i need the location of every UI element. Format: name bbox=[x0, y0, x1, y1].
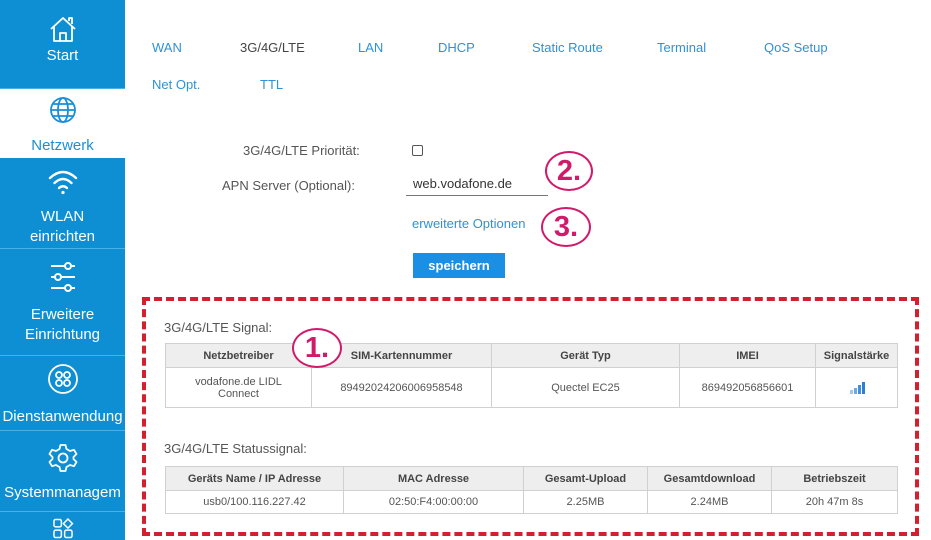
home-icon bbox=[49, 17, 76, 42]
signal-section-title: 3G/4G/LTE Signal: bbox=[164, 320, 273, 335]
tab-net-opt[interactable]: Net Opt. bbox=[152, 77, 200, 92]
tab-static-route[interactable]: Static Route bbox=[532, 40, 603, 55]
apn-label: APN Server (Optional): bbox=[222, 178, 355, 193]
globe-icon bbox=[49, 97, 76, 123]
sidebar-item-dienstanwendung[interactable]: Dienstanwendung bbox=[0, 356, 125, 430]
priority-checkbox[interactable] bbox=[412, 145, 423, 156]
wifi-icon bbox=[48, 170, 77, 195]
table-row: usb0/100.116.227.42 02:50:F4:00:00:00 2.… bbox=[165, 490, 898, 514]
column-header: Betriebszeit bbox=[771, 466, 898, 491]
tab-terminal[interactable]: Terminal bbox=[657, 40, 706, 55]
tab-qos-setup[interactable]: QoS Setup bbox=[764, 40, 828, 55]
priority-label: 3G/4G/LTE Priorität: bbox=[243, 143, 360, 158]
annotation-marker-2: 2. bbox=[545, 151, 593, 191]
sidebar-item-start[interactable]: Start bbox=[0, 0, 125, 88]
mac-cell: 02:50:F4:00:00:00 bbox=[343, 490, 524, 514]
device-cell: Quectel EC25 bbox=[491, 367, 680, 408]
sidebar-item-label-line1: WLAN bbox=[40, 208, 85, 225]
column-header: IMEI bbox=[679, 343, 816, 368]
grid-icon bbox=[52, 518, 73, 539]
sidebar-item-label-line2: Einrichtung bbox=[24, 326, 101, 343]
sidebar-item-label: Start bbox=[46, 47, 79, 64]
sidebar-item-netzwerk[interactable]: Netzwerk bbox=[0, 89, 125, 158]
gear-icon bbox=[48, 444, 77, 472]
apps-icon bbox=[47, 364, 78, 394]
advanced-options-link[interactable]: erweiterte Optionen bbox=[412, 216, 525, 231]
upload-cell: 2.25MB bbox=[523, 490, 648, 514]
operator-line1: vodafone.de LIDL bbox=[195, 375, 282, 388]
tab-lan[interactable]: LAN bbox=[358, 40, 383, 55]
save-button[interactable]: speichern bbox=[413, 253, 505, 278]
apn-server-input[interactable] bbox=[406, 172, 548, 196]
annotation-marker-1: 1. bbox=[292, 328, 342, 368]
signal-table: Netzbetreiber SIM-Kartennummer Gerät Typ… bbox=[165, 343, 898, 408]
name-ip-cell: usb0/100.116.227.42 bbox=[165, 490, 344, 514]
operator-line2: Connect bbox=[218, 387, 259, 400]
annotation-marker-3: 3. bbox=[541, 207, 591, 247]
tab-dhcp[interactable]: DHCP bbox=[438, 40, 475, 55]
column-header: Gerät Typ bbox=[491, 343, 680, 368]
sidebar-item-label-line1: Erweitere bbox=[30, 306, 95, 323]
sidebar-item-label: Dienstanwendung bbox=[2, 408, 123, 425]
column-header: Signalstärke bbox=[815, 343, 898, 368]
column-header: Gesamt-Upload bbox=[523, 466, 648, 491]
status-section-title: 3G/4G/LTE Statussignal: bbox=[164, 441, 307, 456]
status-table: Geräts Name / IP Adresse MAC Adresse Ges… bbox=[165, 466, 898, 514]
download-cell: 2.24MB bbox=[647, 490, 772, 514]
sidebar-item-more[interactable] bbox=[0, 512, 125, 540]
sidebar-item-label: Netzwerk bbox=[31, 137, 94, 154]
column-header: MAC Adresse bbox=[343, 466, 524, 491]
column-header: Geräts Name / IP Adresse bbox=[165, 466, 344, 491]
operator-cell: vodafone.de LIDL Connect bbox=[165, 367, 312, 408]
sidebar: Start Netzwerk WLAN einrichten Erweitere… bbox=[0, 0, 125, 540]
sim-cell: 89492024206006958548 bbox=[311, 367, 492, 408]
sidebar-item-wlan[interactable]: WLAN einrichten bbox=[0, 158, 125, 248]
column-header: Gesamtdownload bbox=[647, 466, 772, 491]
signal-bars-icon bbox=[849, 381, 865, 394]
uptime-cell: 20h 47m 8s bbox=[771, 490, 898, 514]
sliders-icon bbox=[50, 262, 75, 292]
tab-wan[interactable]: WAN bbox=[152, 40, 182, 55]
tab-ttl[interactable]: TTL bbox=[260, 77, 283, 92]
sidebar-item-erweitere-einrichtung[interactable]: Erweitere Einrichtung bbox=[0, 249, 125, 355]
column-header: Netzbetreiber bbox=[165, 343, 312, 368]
sidebar-item-label: Systemmanagem bbox=[4, 484, 121, 501]
sidebar-item-systemmanagement[interactable]: Systemmanagem bbox=[0, 431, 125, 511]
signal-cell bbox=[815, 367, 898, 408]
sidebar-item-label-line2: einrichten bbox=[29, 228, 96, 245]
table-row: vodafone.de LIDL Connect 894920242060069… bbox=[165, 367, 898, 408]
tab-3g-4g-lte[interactable]: 3G/4G/LTE bbox=[240, 40, 305, 55]
imei-cell: 869492056856601 bbox=[679, 367, 816, 408]
